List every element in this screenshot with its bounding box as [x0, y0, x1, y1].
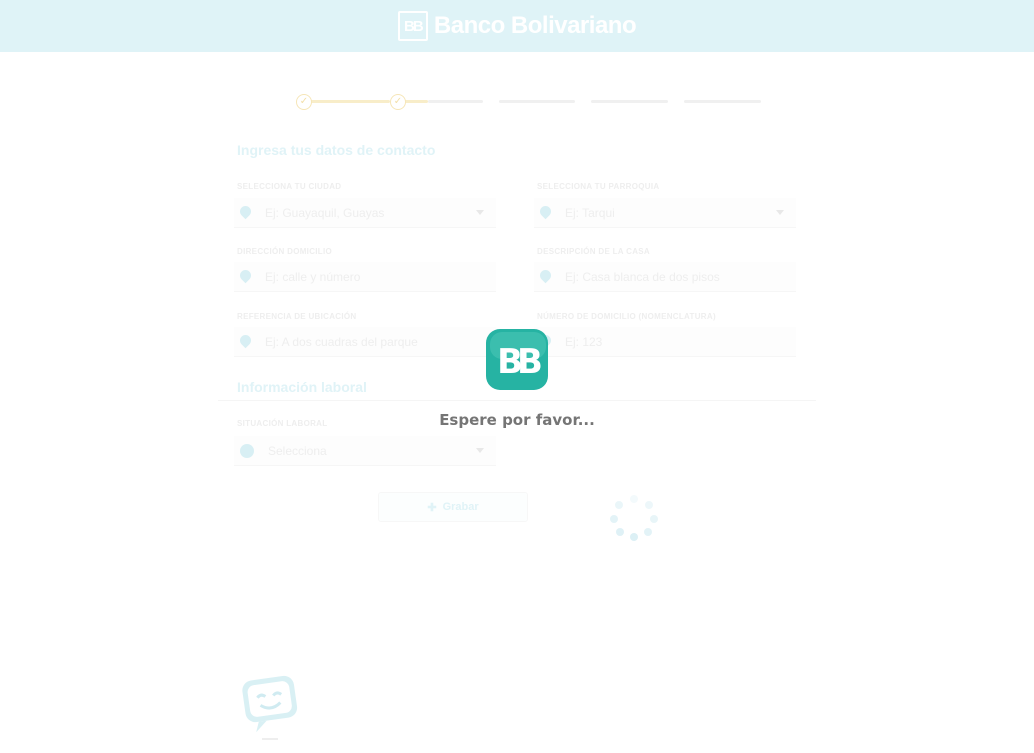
- house-number-label: Número de domicilio (nomenclatura): [537, 312, 716, 321]
- spinner-dot: [630, 495, 638, 503]
- location-pin-icon: [240, 206, 251, 220]
- spinner-dot: [610, 515, 618, 523]
- province-select[interactable]: Ej: Guayaquil, Guayas: [234, 198, 496, 228]
- work-section-title: Información laboral: [237, 379, 367, 395]
- brand-logo-icon: BB: [397, 11, 428, 41]
- top-header: BB Banco Bolivariano: [0, 0, 1034, 52]
- step-bar-3: [499, 100, 575, 103]
- location-pin-icon: [240, 270, 251, 284]
- person-icon: [240, 443, 254, 458]
- location-pin-icon: [540, 206, 551, 220]
- step-bar-1: [306, 100, 390, 103]
- spinner-dot: [644, 528, 652, 536]
- neighborhood-value: Ej: A dos cuadras del parque: [265, 334, 418, 349]
- progress-stepper: ✓ ✓: [296, 94, 780, 110]
- house-number-input[interactable]: Ej: 123: [534, 327, 796, 357]
- spinner-dot: [650, 515, 658, 523]
- loading-message: Espere por favor...: [439, 411, 595, 429]
- chevron-down-icon: [476, 448, 484, 453]
- save-button-label: Grabar: [442, 501, 479, 513]
- reference-value: Ej: Casa blanca de dos pisos: [565, 269, 720, 284]
- page-content: ✓ ✓ Ingresa tus datos de contacto Selecc…: [0, 52, 1034, 753]
- address-value: Ej: calle y número: [265, 269, 361, 284]
- work-status-value: Selecciona: [268, 443, 327, 458]
- work-status-select[interactable]: Selecciona: [234, 436, 496, 466]
- province-value: Ej: Guayaquil, Guayas: [265, 205, 385, 220]
- reference-label: Descripción de la casa: [537, 247, 650, 256]
- spinner-dot: [645, 501, 653, 509]
- location-pin-icon: [240, 335, 251, 349]
- step-bar-4: [591, 100, 668, 103]
- work-status-label: Situación laboral: [237, 419, 328, 428]
- save-button[interactable]: ✚ Grabar: [378, 492, 528, 522]
- chevron-down-icon: [776, 210, 784, 215]
- spinner-dot: [615, 501, 623, 509]
- neighborhood-input[interactable]: Ej: A dos cuadras del parque: [234, 327, 496, 357]
- brand-name: Banco Bolivariano: [433, 12, 637, 39]
- step-1-check-icon: ✓: [296, 94, 312, 110]
- neighborhood-label: Referencia de ubicación: [237, 312, 357, 321]
- loading-logo-mark: BB: [497, 342, 541, 382]
- brand[interactable]: BB Banco Bolivariano: [397, 11, 637, 41]
- step-bar-2: [428, 100, 483, 103]
- address-input[interactable]: Ej: calle y número: [234, 262, 496, 292]
- step-2-check-icon: ✓: [390, 94, 406, 110]
- contact-section-title: Ingresa tus datos de contacto: [237, 142, 436, 158]
- parish-value: Ej: Tarqui: [565, 205, 615, 220]
- loading-logo-icon: BB: [484, 327, 550, 392]
- house-number-value: Ej: 123: [565, 334, 603, 349]
- province-label: Selecciona tu ciudad: [237, 182, 342, 191]
- section-divider: [218, 400, 816, 401]
- loading-spinner-icon: [609, 495, 659, 541]
- chat-bot-icon[interactable]: [240, 674, 302, 740]
- location-pin-icon: [540, 270, 551, 284]
- step-bar-5: [684, 100, 761, 103]
- spinner-dot: [630, 533, 638, 541]
- spinner-dot: [616, 528, 624, 536]
- parish-label: Selecciona tu parroquia: [537, 182, 660, 191]
- address-label: Dirección domicilio: [237, 247, 333, 256]
- chevron-down-icon: [476, 210, 484, 215]
- reference-input[interactable]: Ej: Casa blanca de dos pisos: [534, 262, 796, 292]
- parish-select[interactable]: Ej: Tarqui: [534, 198, 796, 228]
- plus-icon: ✚: [427, 501, 437, 514]
